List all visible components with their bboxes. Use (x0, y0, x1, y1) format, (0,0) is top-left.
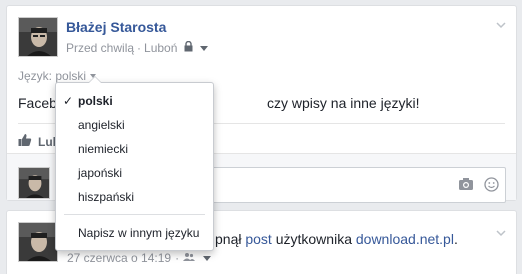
author-name[interactable]: Błażej Starosta (66, 19, 166, 35)
avatar[interactable] (18, 222, 58, 262)
post-date[interactable]: 27 czerwca o 14:19 (67, 251, 171, 265)
language-option-label: niemiecki (78, 142, 129, 156)
post-link[interactable]: post (245, 231, 271, 247)
write-other-language-option[interactable]: Napisz w innym języku (56, 221, 213, 245)
language-option-label: polski (78, 94, 113, 108)
avatar-photo (19, 18, 57, 56)
shared-trailing: . (453, 231, 458, 247)
language-option-angielski[interactable]: angielski (56, 113, 213, 137)
language-option-hiszpanski[interactable]: hiszpański (56, 185, 213, 209)
post-meta: 27 czerwca o 14:19 · (67, 251, 212, 265)
privacy-dropdown-caret[interactable] (203, 255, 212, 261)
post-text-start: Faceb (18, 95, 57, 111)
emoji-icon[interactable] (484, 177, 499, 195)
language-option-japonski[interactable]: japoński (56, 161, 213, 185)
write-other-language-label: Napisz w innym języku (78, 226, 200, 240)
shared-post-header: pnął post użytkownika download.net.pl. (215, 231, 458, 247)
post-text-end: czy wpisy na inne języki! (267, 95, 420, 111)
post-meta: Przed chwilą · Luboń (66, 40, 209, 55)
post-location[interactable]: Luboń (144, 41, 177, 55)
shared-middle: użytkownika (275, 231, 352, 247)
chevron-down-icon[interactable] (495, 19, 507, 31)
shared-verb: pnął (215, 231, 242, 247)
language-option-label: japoński (78, 166, 123, 180)
avatar-photo (19, 223, 57, 261)
friends-icon[interactable] (183, 251, 196, 265)
chevron-down-icon[interactable] (495, 227, 507, 239)
like-button[interactable]: Lub (18, 133, 60, 150)
commenter-avatar-photo (19, 168, 49, 198)
language-label: Język: polski (18, 69, 87, 83)
avatar[interactable] (18, 17, 58, 57)
language-option-label: hiszpański (78, 190, 135, 204)
check-icon: ✓ (63, 94, 74, 108)
language-dropdown: ✓ polski angielski niemiecki japoński hi… (55, 76, 214, 251)
dropdown-divider (64, 214, 205, 215)
language-option-label: angielski (78, 118, 125, 132)
language-option-polski[interactable]: ✓ polski (56, 89, 213, 113)
like-icon (18, 133, 32, 150)
post-time[interactable]: Przed chwilą (66, 41, 134, 55)
camera-icon[interactable] (458, 177, 474, 195)
meta-separator: · (175, 251, 180, 265)
language-option-niemiecki[interactable]: niemiecki (56, 137, 213, 161)
privacy-dropdown-caret[interactable] (200, 45, 209, 51)
lock-icon[interactable] (184, 40, 193, 55)
meta-separator: · (137, 41, 142, 55)
source-link[interactable]: download.net.pl (356, 231, 454, 247)
commenter-avatar (18, 167, 50, 199)
language-selector[interactable]: Język: polski (18, 69, 97, 83)
